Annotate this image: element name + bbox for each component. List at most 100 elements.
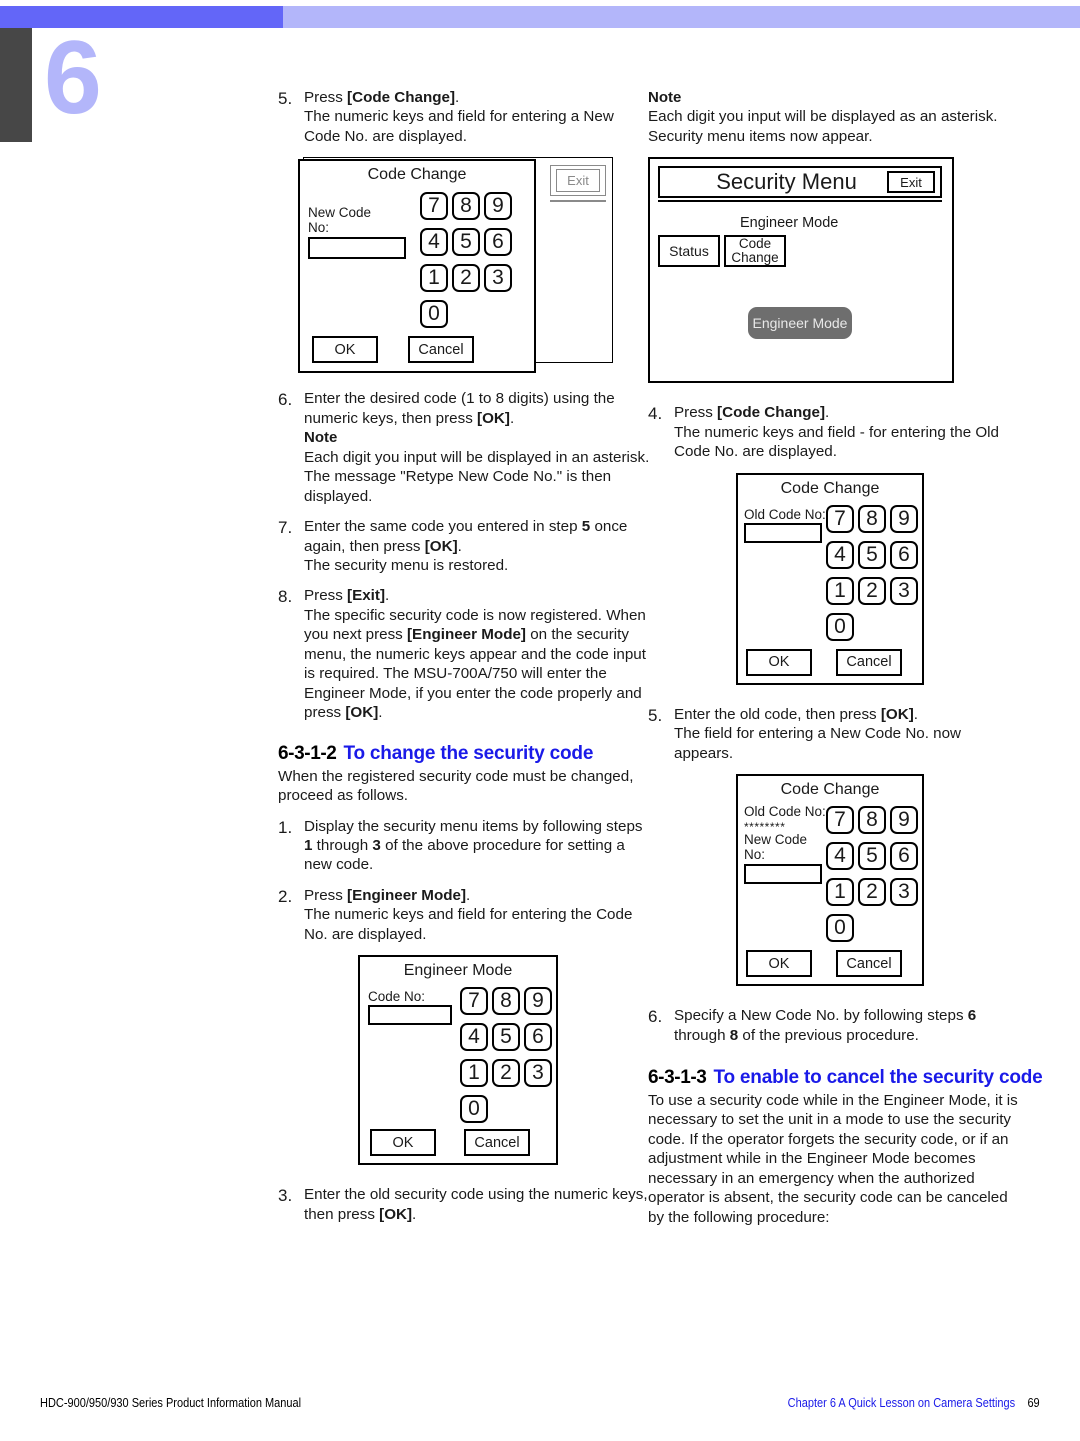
- step-body: Enter the same code you entered in step …: [304, 517, 650, 575]
- step7-pre: Enter the same code you entered in step: [304, 518, 582, 536]
- key-7[interactable]: 7: [826, 504, 854, 533]
- note-label: Note: [648, 89, 682, 106]
- left-step-6: 6. Enter the desired code (1 to 8 digits…: [278, 389, 650, 506]
- status-button[interactable]: Status: [658, 235, 720, 268]
- key-4[interactable]: 4: [826, 842, 854, 871]
- exit-button[interactable]: Exit: [887, 171, 935, 194]
- key-3[interactable]: 3: [890, 878, 918, 907]
- page-footer: HDC-900/950/930 Series Product Informati…: [40, 1396, 1040, 1410]
- step3-bold: [OK]: [379, 1205, 413, 1223]
- step8-line1-pre: Press: [304, 587, 348, 605]
- old-code-input[interactable]: [744, 522, 822, 543]
- figure-code-change-new-right: Code Change Old Code No: ******** New Co…: [648, 774, 1020, 992]
- key-4[interactable]: 4: [826, 540, 854, 569]
- section-heading-6-3-1-2: 6-3-1-2 To change the security code: [278, 743, 650, 765]
- cancel-button[interactable]: Cancel: [464, 1129, 530, 1157]
- ok-button[interactable]: OK: [312, 336, 378, 364]
- security-menu-panel: Security Menu Exit Engineer Mode Status …: [648, 157, 954, 384]
- step8-line1-bold: [Exit]: [347, 587, 386, 605]
- step6-pre: Specify a New Code No. by following step…: [674, 1007, 968, 1025]
- step5-line1-pre: Press: [304, 89, 348, 106]
- step8-line1-post: .: [385, 587, 390, 605]
- dialog-title: Code Change: [780, 781, 880, 799]
- step6-post: of the previous procedure.: [738, 1026, 919, 1044]
- key-5[interactable]: 5: [492, 1023, 520, 1052]
- key-1[interactable]: 1: [420, 264, 448, 293]
- key-7[interactable]: 7: [826, 806, 854, 835]
- section-title: To change the security code: [343, 742, 594, 764]
- cancel-button[interactable]: Cancel: [408, 336, 474, 364]
- cancel-button[interactable]: Cancel: [836, 950, 902, 978]
- dialog-title: Code Change: [367, 166, 467, 184]
- step6-line1-post: .: [509, 409, 515, 427]
- ok-button[interactable]: OK: [746, 648, 812, 676]
- right-column: Note Each digit you input will be displa…: [648, 88, 1043, 1238]
- cancel-button[interactable]: Cancel: [836, 648, 902, 676]
- key-3[interactable]: 3: [890, 576, 918, 605]
- new-code-input[interactable]: [744, 864, 822, 885]
- left-column: 5. Press [Code Change]. The numeric keys…: [278, 88, 650, 1235]
- key-6[interactable]: 6: [524, 1023, 552, 1052]
- key-4[interactable]: 4: [420, 228, 448, 257]
- step-number: 6.: [278, 390, 293, 410]
- key-2[interactable]: 2: [858, 576, 886, 605]
- step-body: Enter the old code, then press [OK]. The…: [674, 705, 1020, 763]
- key-7[interactable]: 7: [460, 987, 488, 1016]
- old-code-field-label: Old Code No:: [744, 804, 826, 820]
- key-0[interactable]: 0: [420, 300, 448, 329]
- step7-post: .: [457, 537, 462, 555]
- key-5[interactable]: 5: [858, 540, 886, 569]
- key-6[interactable]: 6: [484, 228, 512, 257]
- step8-body-end: .: [378, 704, 383, 722]
- key-9[interactable]: 9: [890, 806, 918, 835]
- key-3[interactable]: 3: [524, 1059, 552, 1088]
- right-note-top: Note Each digit you input will be displa…: [648, 88, 1020, 146]
- key-1[interactable]: 1: [826, 576, 854, 605]
- engineer-mode-button[interactable]: Engineer Mode: [748, 307, 852, 340]
- key-8[interactable]: 8: [452, 192, 480, 221]
- key-9[interactable]: 9: [890, 504, 918, 533]
- key-9[interactable]: 9: [524, 987, 552, 1016]
- key-4[interactable]: 4: [460, 1023, 488, 1052]
- footer-page-number: 69: [1027, 1396, 1040, 1410]
- key-8[interactable]: 8: [858, 504, 886, 533]
- step5-line1-bold: [Code Change]: [347, 89, 456, 106]
- step7-bold2: [OK]: [424, 537, 458, 555]
- engineer-mode-dialog: Engineer Mode Code No: 7 8 9 4 5 6 1 2 3…: [358, 955, 558, 1166]
- figure-code-change-new: Status Exit Code Change New Code No: 7 8…: [278, 157, 650, 375]
- key-2[interactable]: 2: [492, 1059, 520, 1088]
- key-6[interactable]: 6: [890, 540, 918, 569]
- code-no-input[interactable]: [368, 1005, 452, 1026]
- step-number: 2.: [278, 886, 293, 906]
- code-change-button[interactable]: Code Change: [724, 235, 786, 268]
- key-1[interactable]: 1: [826, 878, 854, 907]
- new-code-input[interactable]: [308, 237, 406, 260]
- step-body: Press [Exit]. The specific security code…: [304, 586, 650, 722]
- key-3[interactable]: 3: [484, 264, 512, 293]
- key-2[interactable]: 2: [452, 264, 480, 293]
- key-6[interactable]: 6: [890, 842, 918, 871]
- key-0[interactable]: 0: [460, 1095, 488, 1124]
- step2-line1-bold: [Engineer Mode]: [347, 886, 467, 904]
- section-code: 6-3-1-3: [648, 1066, 707, 1088]
- key-2[interactable]: 2: [858, 878, 886, 907]
- ok-button[interactable]: OK: [370, 1129, 436, 1157]
- key-9[interactable]: 9: [484, 192, 512, 221]
- key-0[interactable]: 0: [826, 914, 854, 943]
- step-number: 6.: [648, 1007, 663, 1027]
- step-number: 7.: [278, 518, 293, 538]
- key-8[interactable]: 8: [858, 806, 886, 835]
- step-body: Specify a New Code No. by following step…: [674, 1006, 1020, 1045]
- key-0[interactable]: 0: [826, 612, 854, 641]
- key-5[interactable]: 5: [452, 228, 480, 257]
- key-5[interactable]: 5: [858, 842, 886, 871]
- old-code-field-label: Old Code No:: [744, 506, 826, 522]
- engineer-mode-group-label: Engineer Mode: [740, 215, 839, 232]
- key-8[interactable]: 8: [492, 987, 520, 1016]
- left-step-8: 8. Press [Exit]. The specific security c…: [278, 586, 650, 722]
- security-menu-title-bar: Security Menu Exit: [658, 166, 942, 199]
- key-7[interactable]: 7: [420, 192, 448, 221]
- background-exit-button[interactable]: Exit: [556, 169, 600, 193]
- key-1[interactable]: 1: [460, 1059, 488, 1088]
- ok-button[interactable]: OK: [746, 950, 812, 978]
